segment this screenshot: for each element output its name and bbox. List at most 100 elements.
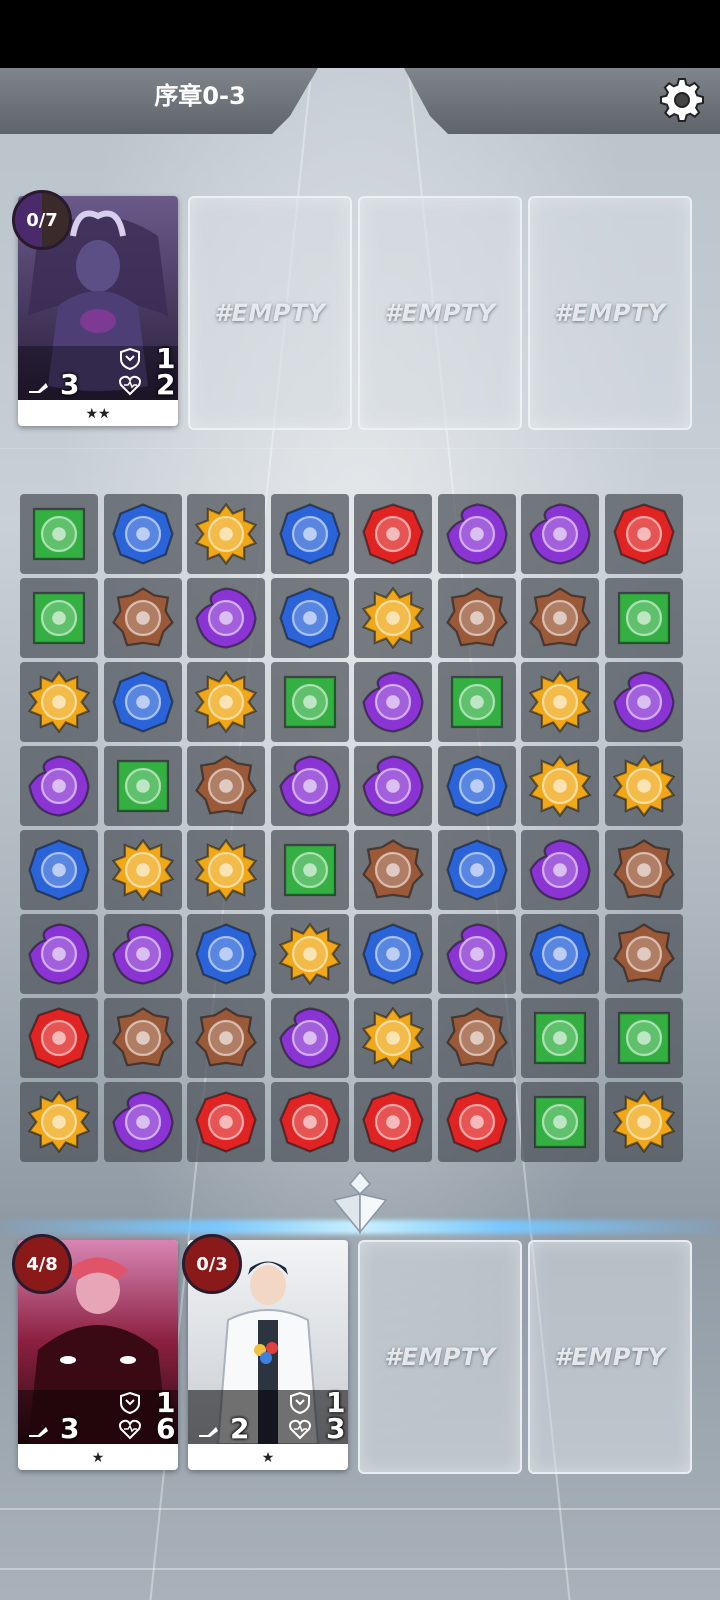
board-cell[interactable] bbox=[604, 998, 683, 1078]
yellow-gem-icon bbox=[27, 670, 91, 734]
board-cell[interactable] bbox=[20, 1082, 98, 1162]
yellow-gem-icon bbox=[194, 838, 258, 902]
board-cell[interactable] bbox=[103, 998, 182, 1078]
player-hero-card[interactable]: 0/3 1 2 3 ★ bbox=[182, 1234, 348, 1470]
board-cell[interactable] bbox=[521, 662, 599, 742]
board-cell[interactable] bbox=[604, 578, 683, 658]
green-gem-icon bbox=[116, 759, 169, 813]
board-cell[interactable] bbox=[20, 494, 98, 574]
board-cell[interactable] bbox=[20, 998, 98, 1078]
yellow-gem-icon bbox=[194, 670, 258, 734]
board-cell[interactable] bbox=[270, 830, 349, 910]
board-cell[interactable] bbox=[270, 1082, 349, 1162]
board-cell[interactable] bbox=[270, 494, 349, 574]
board-cell[interactable] bbox=[20, 746, 98, 826]
board-cell[interactable] bbox=[103, 578, 182, 658]
purple-gem-icon bbox=[195, 587, 257, 649]
board-cell[interactable] bbox=[437, 998, 516, 1078]
red-gem-icon bbox=[195, 1091, 257, 1153]
player-hero-card[interactable]: 4/8 1 3 6 ★ bbox=[12, 1234, 178, 1470]
empty-label: #EMPTY bbox=[554, 299, 666, 327]
red-gem-icon bbox=[28, 1007, 90, 1069]
red-gem-icon bbox=[362, 503, 424, 565]
boot-icon bbox=[29, 1426, 48, 1437]
yellow-gem-icon bbox=[111, 838, 174, 902]
board-cell[interactable] bbox=[187, 998, 265, 1078]
board-cell[interactable] bbox=[437, 914, 516, 994]
board-cell[interactable] bbox=[354, 830, 432, 910]
board-cell[interactable] bbox=[437, 662, 516, 742]
purple-gem-icon bbox=[28, 923, 90, 985]
board-cell[interactable] bbox=[604, 830, 683, 910]
board-cell[interactable] bbox=[270, 998, 349, 1078]
board-cell[interactable] bbox=[187, 746, 265, 826]
board-cell[interactable] bbox=[103, 1082, 182, 1162]
board-cell[interactable] bbox=[521, 746, 599, 826]
board-cell[interactable] bbox=[354, 914, 432, 994]
board-cell[interactable] bbox=[270, 914, 349, 994]
enemy-hero-card[interactable]: 0/7 1 3 2 ★★ bbox=[12, 190, 178, 426]
board-cell[interactable] bbox=[20, 830, 98, 910]
board-cell[interactable] bbox=[521, 1082, 599, 1162]
board-cell[interactable] bbox=[437, 1082, 516, 1162]
board-cell[interactable] bbox=[521, 998, 599, 1078]
board-cell[interactable] bbox=[20, 578, 98, 658]
board-cell[interactable] bbox=[604, 914, 683, 994]
board-cell[interactable] bbox=[437, 494, 516, 574]
yellow-gem-icon bbox=[612, 1090, 675, 1154]
blue-gem-icon bbox=[195, 923, 257, 985]
board-cell[interactable] bbox=[437, 578, 516, 658]
board-cell[interactable] bbox=[604, 746, 683, 826]
board-cell[interactable] bbox=[354, 1082, 432, 1162]
board-cell[interactable] bbox=[103, 830, 182, 910]
health-stat: 2 bbox=[118, 368, 175, 401]
board-cell[interactable] bbox=[270, 746, 349, 826]
board-cell[interactable] bbox=[437, 746, 516, 826]
board-cell[interactable] bbox=[270, 578, 349, 658]
player-empty-slot: #EMPTY bbox=[528, 1240, 692, 1474]
board-cell[interactable] bbox=[354, 578, 432, 658]
enemy-empty-slot: #EMPTY bbox=[358, 196, 522, 430]
purple-gem-icon bbox=[278, 755, 341, 817]
board-cell[interactable] bbox=[604, 1082, 683, 1162]
board-cell[interactable] bbox=[187, 662, 265, 742]
purple-gem-icon bbox=[612, 671, 675, 733]
board-cell[interactable] bbox=[187, 914, 265, 994]
board-cell[interactable] bbox=[604, 494, 683, 574]
board-cell[interactable] bbox=[354, 494, 432, 574]
board-cell[interactable] bbox=[354, 998, 432, 1078]
shield-icon bbox=[120, 1391, 140, 1414]
board-cell[interactable] bbox=[187, 494, 265, 574]
brown-gem-icon bbox=[195, 755, 257, 815]
enemy-empty-slot: #EMPTY bbox=[528, 196, 692, 430]
board-cell[interactable] bbox=[103, 662, 182, 742]
board-cell[interactable] bbox=[354, 662, 432, 742]
heart-icon bbox=[119, 1419, 141, 1439]
board-cell[interactable] bbox=[103, 914, 182, 994]
board-cell[interactable] bbox=[354, 746, 432, 826]
empty-label: #EMPTY bbox=[214, 299, 326, 327]
purple-gem-icon bbox=[362, 671, 424, 733]
board-cell[interactable] bbox=[103, 746, 182, 826]
brown-gem-icon bbox=[445, 587, 508, 647]
board-cell[interactable] bbox=[270, 662, 349, 742]
board-cell[interactable] bbox=[521, 494, 599, 574]
board-cell[interactable] bbox=[103, 494, 182, 574]
turn-arrow-icon bbox=[332, 1170, 388, 1235]
board-cell[interactable] bbox=[20, 662, 98, 742]
board-cell[interactable] bbox=[20, 914, 98, 994]
brown-gem-icon bbox=[362, 839, 424, 899]
board-cell[interactable] bbox=[521, 830, 599, 910]
settings-button[interactable] bbox=[656, 74, 708, 126]
board-cell[interactable] bbox=[437, 830, 516, 910]
board-cell[interactable] bbox=[187, 578, 265, 658]
heart-icon bbox=[119, 375, 141, 395]
green-gem-icon bbox=[533, 1095, 587, 1149]
board-cell[interactable] bbox=[187, 1082, 265, 1162]
board-cell[interactable] bbox=[187, 830, 265, 910]
health-value: 6 bbox=[156, 1412, 176, 1445]
board-cell[interactable] bbox=[521, 914, 599, 994]
board-cell[interactable] bbox=[521, 578, 599, 658]
red-gem-icon bbox=[445, 1091, 508, 1153]
board-cell[interactable] bbox=[604, 662, 683, 742]
